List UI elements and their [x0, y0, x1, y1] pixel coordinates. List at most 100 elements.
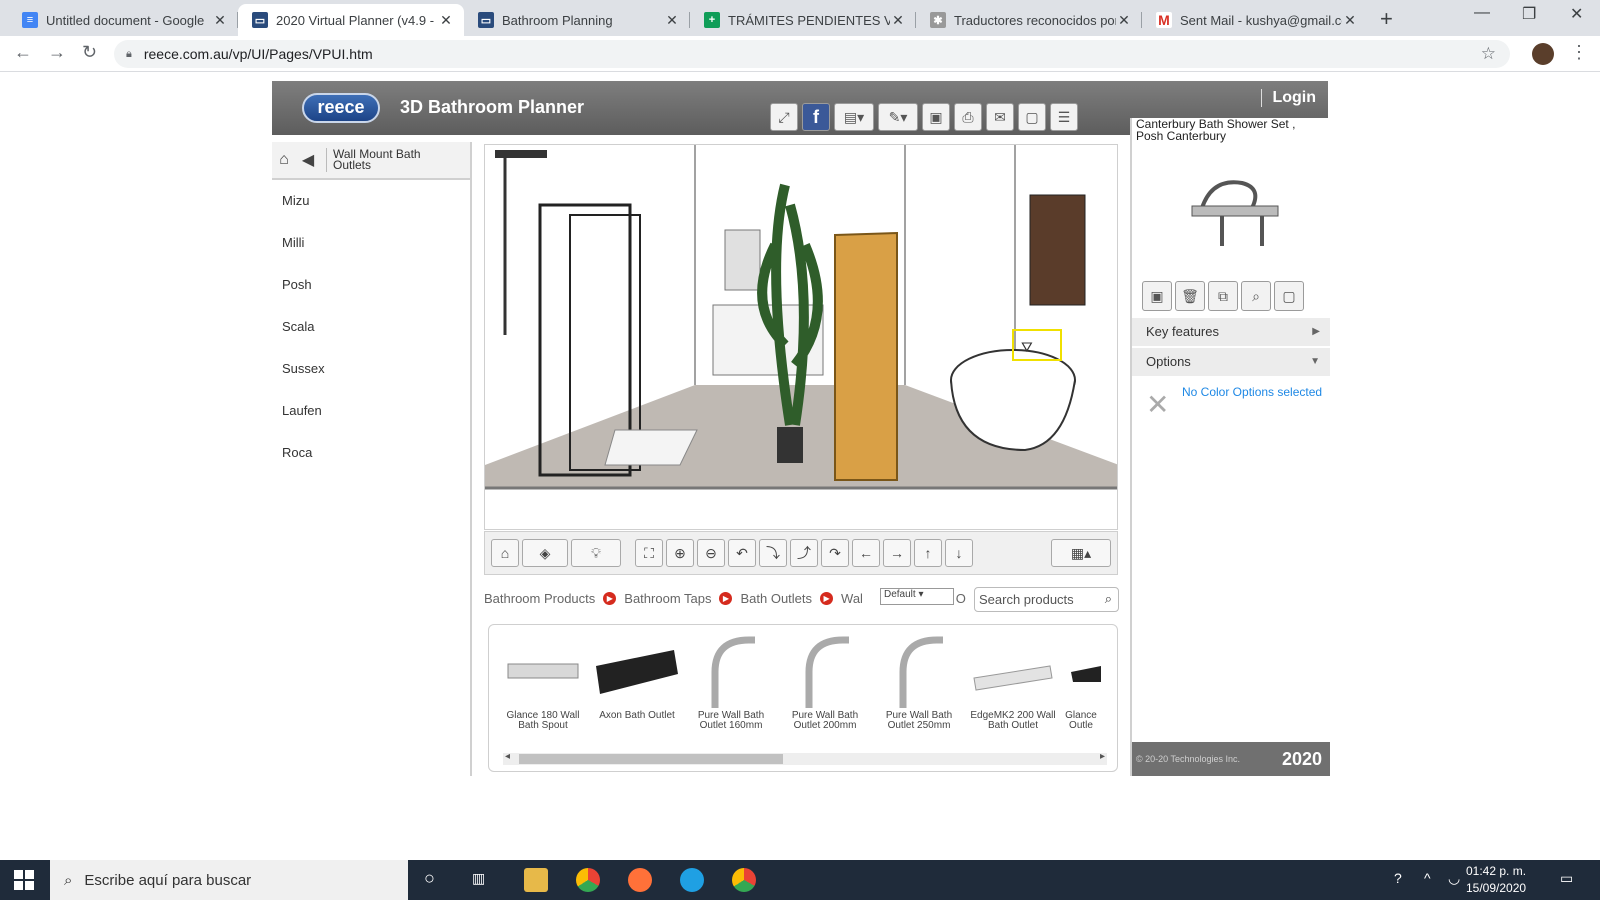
facebook-icon[interactable]: f — [802, 103, 830, 131]
windows-start-icon[interactable] — [14, 870, 34, 890]
tab-bathroom-planning[interactable]: ▭ Bathroom Planning ✕ — [464, 4, 690, 36]
zoom-item-icon[interactable]: ⌕ — [1241, 281, 1271, 311]
back-arrow-icon[interactable]: ◀ — [296, 150, 320, 170]
reload-icon[interactable]: ↻ — [82, 42, 97, 63]
rotate-right-icon[interactable]: ↷ — [821, 539, 849, 567]
email-icon[interactable]: ✉ — [986, 103, 1014, 131]
pan-down-icon[interactable]: ↓ — [945, 539, 973, 567]
new-tab-button[interactable]: + — [1380, 6, 1393, 32]
brand-item-sussex[interactable]: Sussex — [272, 348, 470, 390]
taskbar-search-input[interactable]: ⌕ Escribe aquí para buscar — [50, 860, 408, 900]
address-bar[interactable]: 🔒︎ reece.com.au/vp/UI/Pages/VPUI.htm ☆ — [114, 40, 1510, 68]
tab-gmail[interactable]: M Sent Mail - kushya@gmail.co ✕ — [1142, 4, 1368, 36]
product-item[interactable]: Pure Wall Bath Outlet 200mm — [779, 633, 871, 731]
view-item-icon[interactable]: ▣ — [1142, 281, 1172, 311]
help-icon[interactable]: ? — [1394, 870, 1402, 886]
brand-item-laufen[interactable]: Laufen — [272, 390, 470, 432]
product-item[interactable]: Glance 180 Wall Bath Spout — [497, 633, 589, 731]
brand-item-posh[interactable]: Posh — [272, 264, 470, 306]
home-icon[interactable]: ⌂ — [272, 151, 296, 169]
horizontal-scrollbar[interactable]: ◂ ▸ — [503, 751, 1107, 765]
menu-kebab-icon[interactable]: ⋮ — [1570, 42, 1588, 63]
3d-cube-icon[interactable]: ◈ — [522, 539, 568, 567]
path-item[interactable]: Bath Outlets — [740, 591, 812, 606]
scroll-left-icon[interactable]: ◂ — [505, 751, 510, 762]
3d-viewport[interactable]: ⛛ — [484, 144, 1118, 530]
item-toolbar: ▣ 🗑︎ ⧉ ⌕ ▢ — [1142, 281, 1304, 311]
new-document-icon[interactable]: ▤▾ — [834, 103, 874, 131]
zoom-fit-icon[interactable]: ⛶ — [635, 539, 663, 567]
frame-icon[interactable]: ▢ — [1274, 281, 1304, 311]
tab-traductores[interactable]: ✱ Traductores reconocidos por ✕ — [916, 4, 1142, 36]
scroll-right-icon[interactable]: ▸ — [1100, 751, 1105, 762]
screen-icon[interactable]: ▢ — [1018, 103, 1046, 131]
options-toggle[interactable]: Options ▼ — [1132, 348, 1330, 376]
cortana-icon[interactable]: ○ — [424, 868, 435, 889]
tab-tramites[interactable]: + TRÁMITES PENDIENTES VISA ✕ — [690, 4, 916, 36]
search-input[interactable]: Search products ⌕ — [974, 587, 1119, 612]
path-item[interactable]: Bathroom Products — [484, 591, 595, 606]
chrome-profile-icon[interactable] — [732, 868, 756, 892]
zoom-out-icon[interactable]: ⊖ — [697, 539, 725, 567]
display-mode-icon[interactable]: ▦▴ — [1051, 539, 1111, 567]
path-item[interactable]: Wal — [841, 591, 863, 606]
back-icon[interactable]: ← — [14, 42, 32, 63]
bookmark-star-icon[interactable]: ☆ — [1481, 44, 1496, 64]
brand-item-milli[interactable]: Milli — [272, 222, 470, 264]
close-tab-icon[interactable]: ✕ — [1116, 12, 1132, 29]
pan-up-icon[interactable]: ↑ — [914, 539, 942, 567]
task-view-icon[interactable]: ▥ — [472, 870, 485, 887]
delete-icon[interactable]: 🗑︎ — [1175, 281, 1205, 311]
tab-virtual-planner[interactable]: ▭ 2020 Virtual Planner (v4.9 - C ✕ — [238, 4, 464, 36]
save-icon[interactable]: ▣ — [922, 103, 950, 131]
forward-icon[interactable]: → — [48, 42, 66, 63]
brand-item-scala[interactable]: Scala — [272, 306, 470, 348]
product-item[interactable]: Pure Wall Bath Outlet 160mm — [685, 633, 777, 731]
product-item[interactable]: Glance Outle — [1061, 633, 1101, 731]
firefox-icon[interactable] — [628, 868, 652, 892]
search-icon[interactable]: ⌕ — [1105, 591, 1112, 607]
close-tab-icon[interactable]: ✕ — [1342, 12, 1358, 29]
scrollbar-thumb[interactable] — [519, 754, 783, 764]
login-button[interactable]: Login — [1261, 89, 1316, 107]
list-icon[interactable]: ☰ — [1050, 103, 1078, 131]
path-item[interactable]: Bathroom Taps — [624, 591, 711, 606]
close-window-button[interactable]: ✕ — [1570, 4, 1583, 24]
pan-right-icon[interactable]: → — [883, 539, 911, 567]
copyright-bar: © 20-20 Technologies Inc. 2020 — [1132, 742, 1330, 776]
product-item[interactable]: Axon Bath Outlet — [591, 633, 683, 721]
rotate-down-icon[interactable]: ⤵ — [759, 539, 787, 567]
sort-select[interactable]: Default ▾ — [880, 588, 954, 605]
show-hidden-icons[interactable]: ^ — [1424, 870, 1431, 886]
print-icon[interactable]: ⎙ — [954, 103, 982, 131]
chrome-icon[interactable] — [576, 868, 600, 892]
edit-icon[interactable]: ✎▾ — [878, 103, 918, 131]
product-item[interactable]: EdgeMK2 200 Wall Bath Outlet — [967, 633, 1059, 731]
brand-item-roca[interactable]: Roca — [272, 432, 470, 474]
home-view-icon[interactable]: ⌂ — [491, 539, 519, 567]
duplicate-icon[interactable]: ⧉ — [1208, 281, 1238, 311]
minimize-button[interactable]: — — [1474, 4, 1490, 22]
zoom-in-icon[interactable]: ⊕ — [666, 539, 694, 567]
key-features-toggle[interactable]: Key features ▶ — [1132, 318, 1330, 346]
edge-icon[interactable] — [680, 868, 704, 892]
pan-left-icon[interactable]: ← — [852, 539, 880, 567]
product-item[interactable]: Pure Wall Bath Outlet 250mm — [873, 633, 965, 731]
gmail-icon: M — [1156, 12, 1172, 28]
light-bulb-icon[interactable]: 💡︎ — [571, 539, 621, 567]
restore-button[interactable]: ❐ — [1522, 4, 1536, 24]
rotate-left-icon[interactable]: ↶ — [728, 539, 756, 567]
close-tab-icon[interactable]: ✕ — [212, 12, 228, 29]
rotate-up-icon[interactable]: ⤴ — [790, 539, 818, 567]
file-explorer-icon[interactable] — [524, 868, 548, 892]
fullscreen-icon[interactable]: ⤢ — [770, 103, 798, 131]
close-tab-icon[interactable]: ✕ — [438, 12, 454, 29]
avatar[interactable] — [1532, 43, 1554, 65]
close-tab-icon[interactable]: ✕ — [664, 12, 680, 29]
clock[interactable]: 01:42 p. m. 15/09/2020 — [1466, 863, 1526, 897]
network-icon[interactable]: ◡ — [1448, 870, 1460, 887]
brand-item-mizu[interactable]: Mizu — [272, 180, 470, 222]
notifications-icon[interactable]: ▭ — [1560, 870, 1573, 887]
close-tab-icon[interactable]: ✕ — [890, 12, 906, 29]
tab-google-docs[interactable]: ≡ Untitled document - Google ✕ — [8, 4, 238, 36]
